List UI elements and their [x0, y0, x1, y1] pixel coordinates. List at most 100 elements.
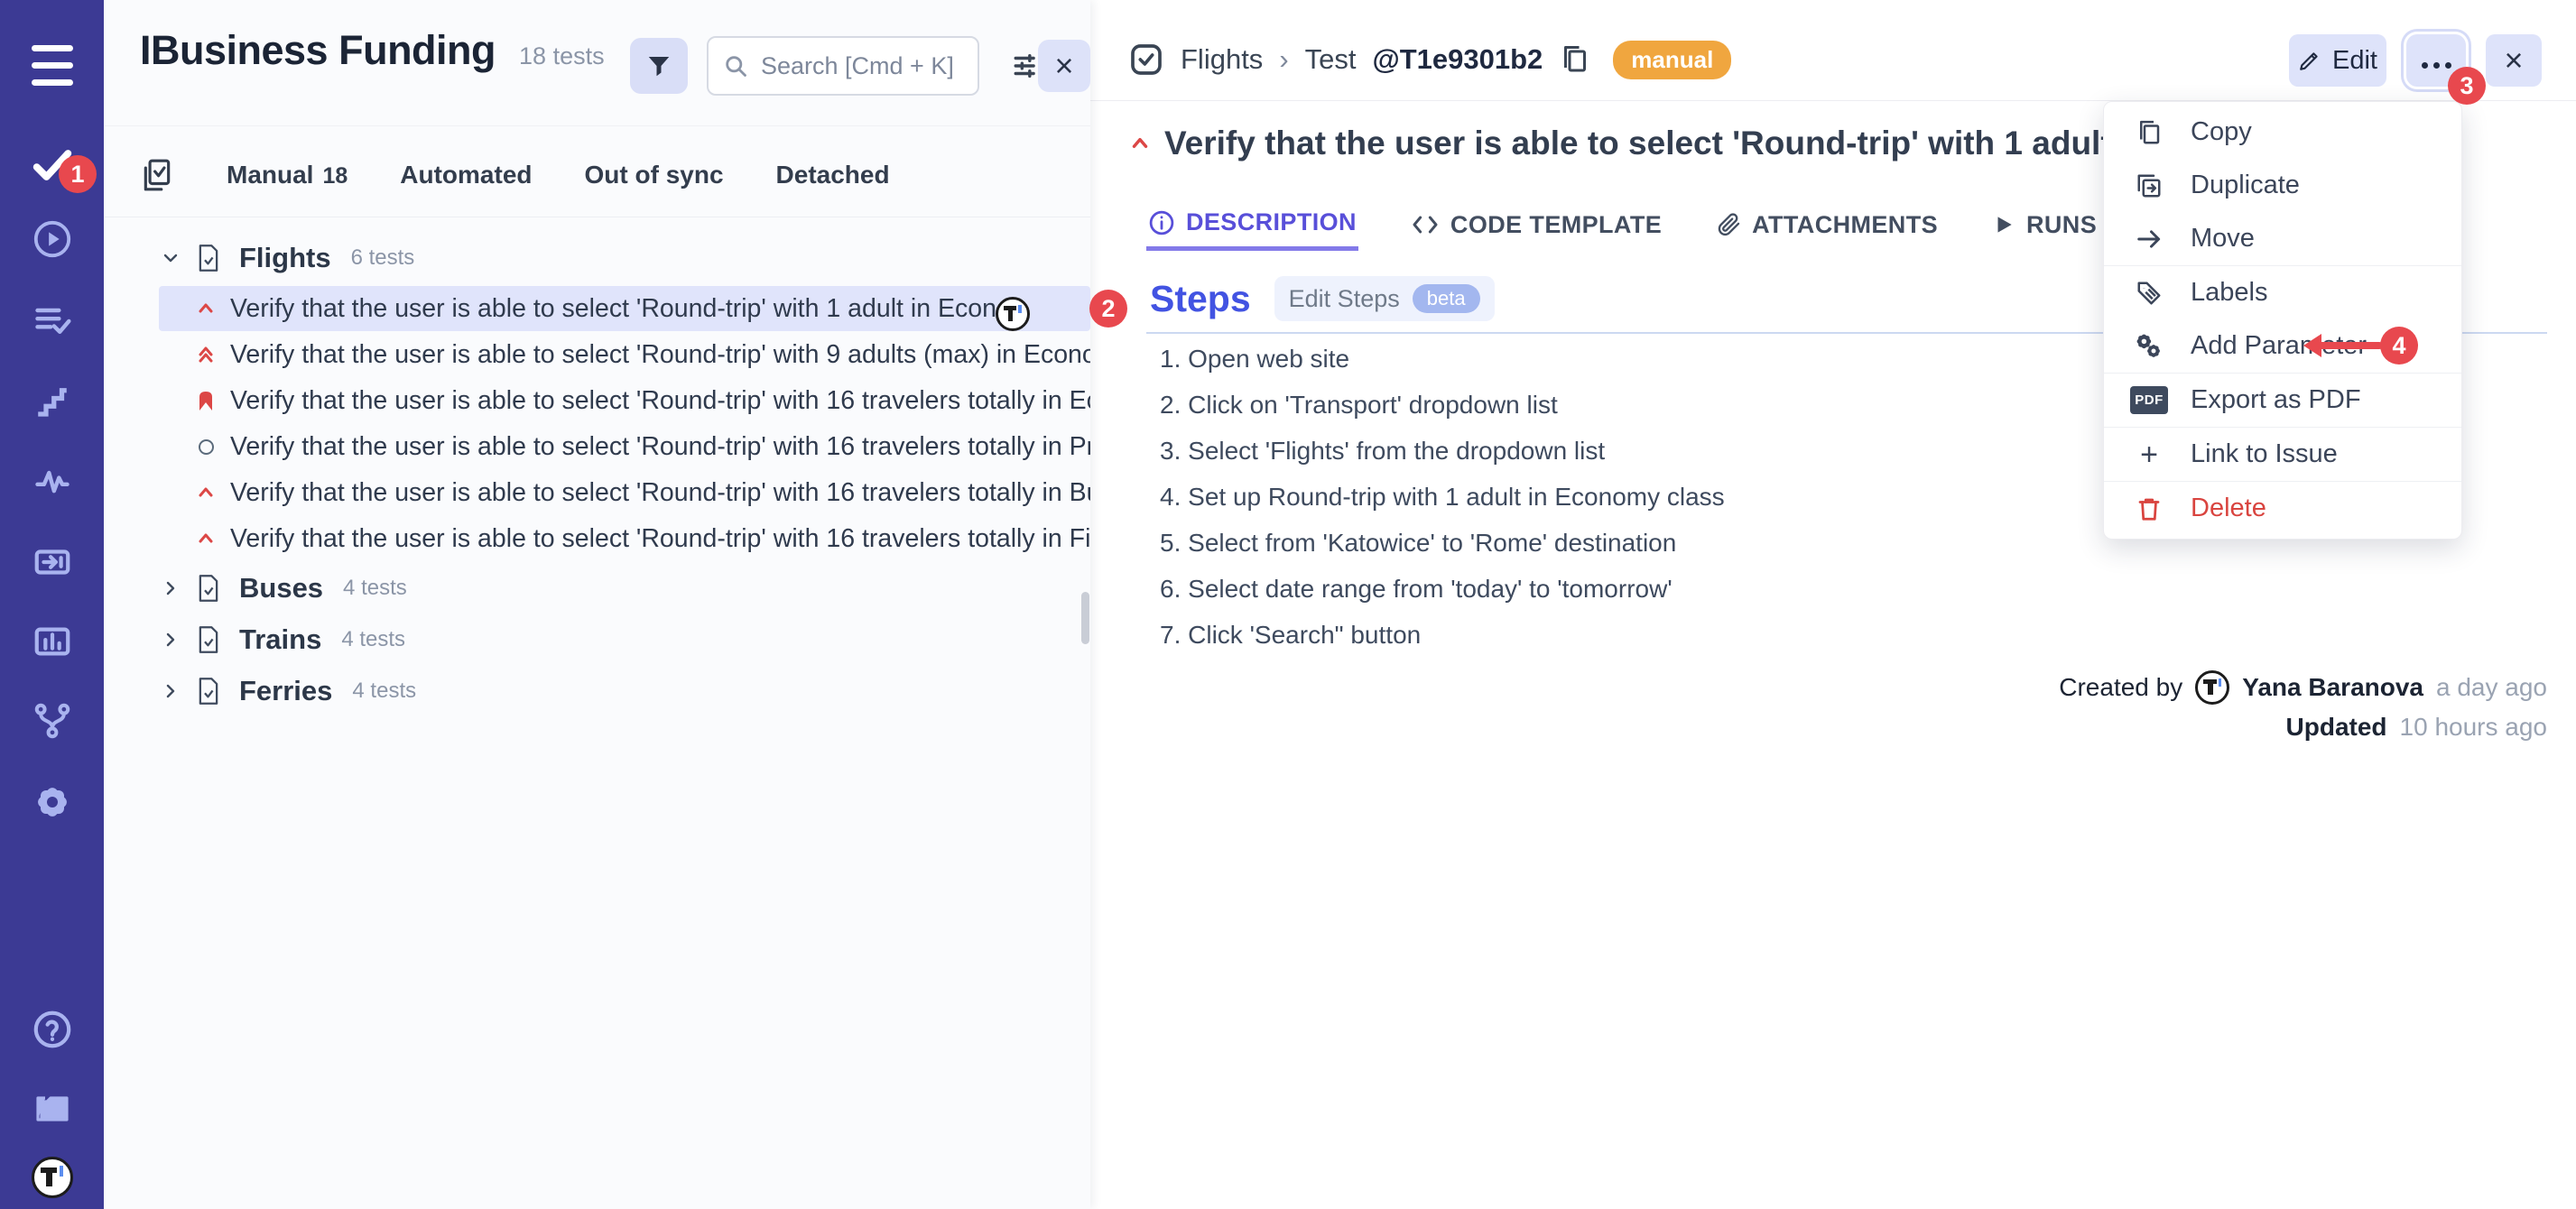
bar-chart-icon	[32, 621, 73, 662]
edit-button[interactable]: Edit	[2289, 34, 2386, 87]
sidebar-item-account[interactable]	[0, 1155, 104, 1200]
copy-icon	[2131, 119, 2167, 146]
tab-manual[interactable]: Manual18	[227, 161, 347, 189]
menu-item-copy[interactable]: Copy	[2104, 106, 2461, 159]
sidebar-item-imports[interactable]	[0, 536, 104, 588]
tab-runs[interactable]: RUNS	[1990, 198, 2099, 251]
close-icon: ×	[2504, 42, 2523, 79]
step-item: Select from 'Katowice' to 'Rome' destina…	[1160, 520, 1725, 566]
suite-row-buses[interactable]: Buses 4 tests	[160, 565, 407, 612]
pulse-icon	[32, 463, 72, 503]
priority-high-icon	[1128, 132, 1152, 155]
drawer-close-button[interactable]: ×	[1038, 40, 1090, 92]
sidebar-item-runs[interactable]	[0, 213, 104, 265]
testomat-test-badge	[996, 297, 1030, 331]
tag-icon	[2131, 280, 2167, 307]
tab-attachments[interactable]: ATTACHMENTS	[1714, 198, 1940, 251]
divider	[104, 125, 1090, 126]
tab-automated[interactable]: Automated	[400, 161, 532, 189]
help-icon	[32, 1009, 73, 1050]
test-id: @T1e9301b2	[1373, 43, 1543, 76]
annotation-badge-2: 2	[1089, 290, 1127, 328]
branch-icon	[32, 701, 72, 741]
code-icon	[1411, 212, 1440, 237]
copy-id-icon[interactable]	[1559, 43, 1591, 76]
arrow-right-icon	[2131, 226, 2167, 253]
suite-doc-icon	[196, 574, 221, 603]
sidebar-item-help[interactable]	[0, 1003, 104, 1056]
menu-item-link-to-issue[interactable]: + Link to Issue	[2104, 428, 2461, 481]
author-name: Yana Baranova	[2242, 673, 2423, 702]
duplicate-icon	[2131, 172, 2167, 199]
edit-steps-button[interactable]: Edit Steps beta	[1274, 276, 1495, 321]
beta-badge: beta	[1413, 284, 1480, 313]
annotation-badge-1: 1	[59, 155, 97, 193]
paperclip-icon	[1716, 211, 1741, 238]
menu-item-labels[interactable]: Labels	[2104, 266, 2461, 319]
sidebar-item-projects[interactable]	[0, 1079, 104, 1131]
tab-detached[interactable]: Detached	[776, 161, 890, 189]
copy-check-icon[interactable]	[140, 158, 174, 192]
project-title: IBusiness Funding	[140, 27, 496, 74]
menu-item-label: Labels	[2191, 278, 2267, 308]
hamburger-menu-icon[interactable]	[0, 36, 104, 94]
step-item: Select date range from 'today' to 'tomor…	[1160, 566, 1725, 612]
menu-item-label: Export as PDF	[2191, 385, 2361, 415]
context-menu: Copy Duplicate Move Labels Add Parameter…	[2103, 101, 2462, 540]
updated-ago: 10 hours ago	[2400, 713, 2547, 742]
menu-item-label: Duplicate	[2191, 171, 2300, 200]
steps-icon	[33, 383, 71, 420]
suite-row-flights[interactable]: Flights 6 tests	[160, 235, 414, 281]
suite-doc-icon	[196, 244, 221, 272]
sidebar-item-branches[interactable]	[0, 695, 104, 747]
panel-close-button[interactable]: ×	[2486, 34, 2542, 87]
gear-icon	[31, 780, 74, 824]
trash-icon	[2131, 495, 2167, 522]
test-row[interactable]: Verify that the user is able to select '…	[159, 286, 1090, 331]
tab-description[interactable]: DESCRIPTION	[1146, 198, 1358, 251]
annotation-arrow-icon	[2300, 330, 2383, 361]
priority-important-icon	[194, 389, 218, 412]
list-check-icon	[32, 300, 72, 340]
info-icon	[1148, 209, 1175, 236]
sidebar-item-activity[interactable]	[0, 457, 104, 509]
sidebar-item-analytics[interactable]	[0, 615, 104, 668]
search-icon	[723, 53, 748, 78]
suite-row-ferries[interactable]: Ferries 4 tests	[160, 668, 416, 715]
test-row[interactable]: Verify that the user is able to select '…	[159, 470, 1090, 515]
test-row[interactable]: Verify that the user is able to select '…	[159, 332, 1090, 377]
inbox-in-icon	[32, 541, 73, 583]
menu-item-label: Move	[2191, 224, 2255, 254]
menu-item-move[interactable]: Move	[2104, 212, 2461, 265]
sidebar-item-plans[interactable]	[0, 294, 104, 346]
breadcrumb-suite[interactable]: Flights	[1181, 43, 1263, 76]
search-box	[707, 36, 979, 96]
sidebar-item-milestones[interactable]	[0, 375, 104, 428]
author-avatar	[2195, 670, 2229, 705]
status-badge: manual	[1613, 41, 1731, 79]
priority-normal-icon	[194, 435, 218, 458]
menu-item-export-pdf[interactable]: PDF Export as PDF	[2104, 374, 2461, 427]
annotation-badge-3: 3	[2448, 67, 2486, 105]
scrollbar-thumb[interactable]	[1081, 592, 1089, 644]
sidebar-item-settings[interactable]	[0, 776, 104, 828]
pencil-icon	[2298, 49, 2321, 72]
filter-button[interactable]	[630, 38, 688, 94]
parameters-gears-icon	[2131, 333, 2167, 360]
breadcrumb: Flights › Test @T1e9301b2 manual	[1128, 32, 1731, 87]
tab-code-template[interactable]: CODE TEMPLATE	[1409, 198, 1663, 251]
suite-doc-icon	[196, 677, 221, 706]
play-icon	[1992, 213, 2015, 236]
close-icon: ×	[1054, 47, 1073, 85]
drawer-tabs: Manual18 Automated Out of sync Detached	[140, 152, 890, 198]
test-row[interactable]: Verify that the user is able to select '…	[159, 516, 1090, 561]
menu-item-delete[interactable]: Delete	[2104, 482, 2461, 535]
project-tests-count: 18 tests	[519, 42, 605, 70]
tab-out-of-sync[interactable]: Out of sync	[585, 161, 724, 189]
menu-item-duplicate[interactable]: Duplicate	[2104, 159, 2461, 212]
suite-row-trains[interactable]: Trains 4 tests	[160, 616, 405, 663]
search-input[interactable]	[761, 52, 959, 80]
play-circle-icon	[32, 218, 73, 260]
test-row[interactable]: Verify that the user is able to select '…	[159, 378, 1090, 423]
test-row[interactable]: Verify that the user is able to select '…	[159, 424, 1090, 469]
